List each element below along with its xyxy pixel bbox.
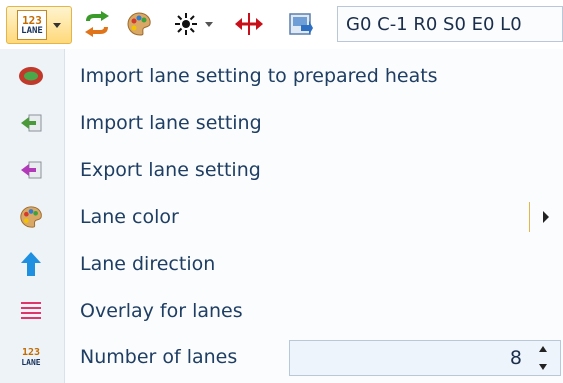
menu-item-label: Lane color <box>80 206 179 228</box>
menu-item-label: Number of lanes <box>80 346 238 368</box>
menu-item-lane-direction[interactable]: Lane direction <box>0 241 563 287</box>
menu-item-lane-color[interactable]: Lane color <box>0 194 563 240</box>
brightness-dropdown-button[interactable] <box>166 6 220 42</box>
up-arrow-icon <box>18 251 44 277</box>
menu-item-import-lane-setting-to-prepared-heats[interactable]: Import lane setting to prepared heats <box>0 53 563 99</box>
lane-count-icon: 123 LANE <box>18 344 44 370</box>
width-button[interactable] <box>230 6 268 42</box>
swap-arrows-icon <box>85 11 109 37</box>
lane-oval-icon <box>18 63 44 89</box>
chevron-right-icon <box>543 211 549 223</box>
toolbar: 123 LANE G0 C-1 R0 S0 E0 L0 <box>0 0 563 50</box>
menu-item-number-of-lanes[interactable]: 123 LANE Number of lanes 8 <box>0 334 563 380</box>
lane-count-icon: 123 LANE <box>17 10 47 40</box>
lane-icon-text: LANE <box>21 357 41 367</box>
sun-icon <box>175 13 197 35</box>
export-icon <box>18 157 44 183</box>
submenu-separator <box>529 202 530 232</box>
chevron-down-icon <box>205 21 213 27</box>
chevron-down-icon <box>53 22 61 28</box>
screen-icon <box>289 13 313 35</box>
menu-item-overlay-for-lanes[interactable]: Overlay for lanes <box>0 288 563 334</box>
import-icon <box>18 110 44 136</box>
palette-icon <box>18 204 44 230</box>
lane-icon-text: LANE <box>21 25 43 36</box>
menu-item-label: Export lane setting <box>80 159 261 181</box>
menu-item-label: Import lane setting to prepared heats <box>80 65 438 87</box>
menu-item-import-lane-setting[interactable]: Import lane setting <box>0 100 563 146</box>
decrement-icon[interactable] <box>539 364 547 370</box>
menu-item-label: Import lane setting <box>80 112 262 134</box>
increment-icon[interactable] <box>539 346 547 352</box>
menu-item-export-lane-setting[interactable]: Export lane setting <box>0 147 563 193</box>
lane-settings-dropdown-button[interactable]: 123 LANE <box>6 6 72 44</box>
status-readout: G0 C-1 R0 S0 E0 L0 <box>337 6 563 42</box>
horizontal-resize-icon <box>235 13 263 35</box>
lane-icon-number: 123 <box>22 13 42 27</box>
menu-item-label: Lane direction <box>80 253 216 275</box>
spinner-buttons[interactable] <box>532 343 554 373</box>
color-button[interactable] <box>122 6 156 42</box>
swap-button[interactable] <box>80 6 114 42</box>
palette-icon <box>127 12 151 36</box>
menu-item-label: Overlay for lanes <box>80 300 243 322</box>
lane-settings-menu: Import lane setting to prepared heats Im… <box>0 49 563 383</box>
number-of-lanes-value[interactable]: 8 <box>510 341 522 375</box>
number-of-lanes-spinner[interactable]: 8 <box>289 340 561 376</box>
lines-icon <box>18 298 44 324</box>
display-button[interactable] <box>282 6 318 42</box>
lane-icon-number: 123 <box>21 346 41 358</box>
